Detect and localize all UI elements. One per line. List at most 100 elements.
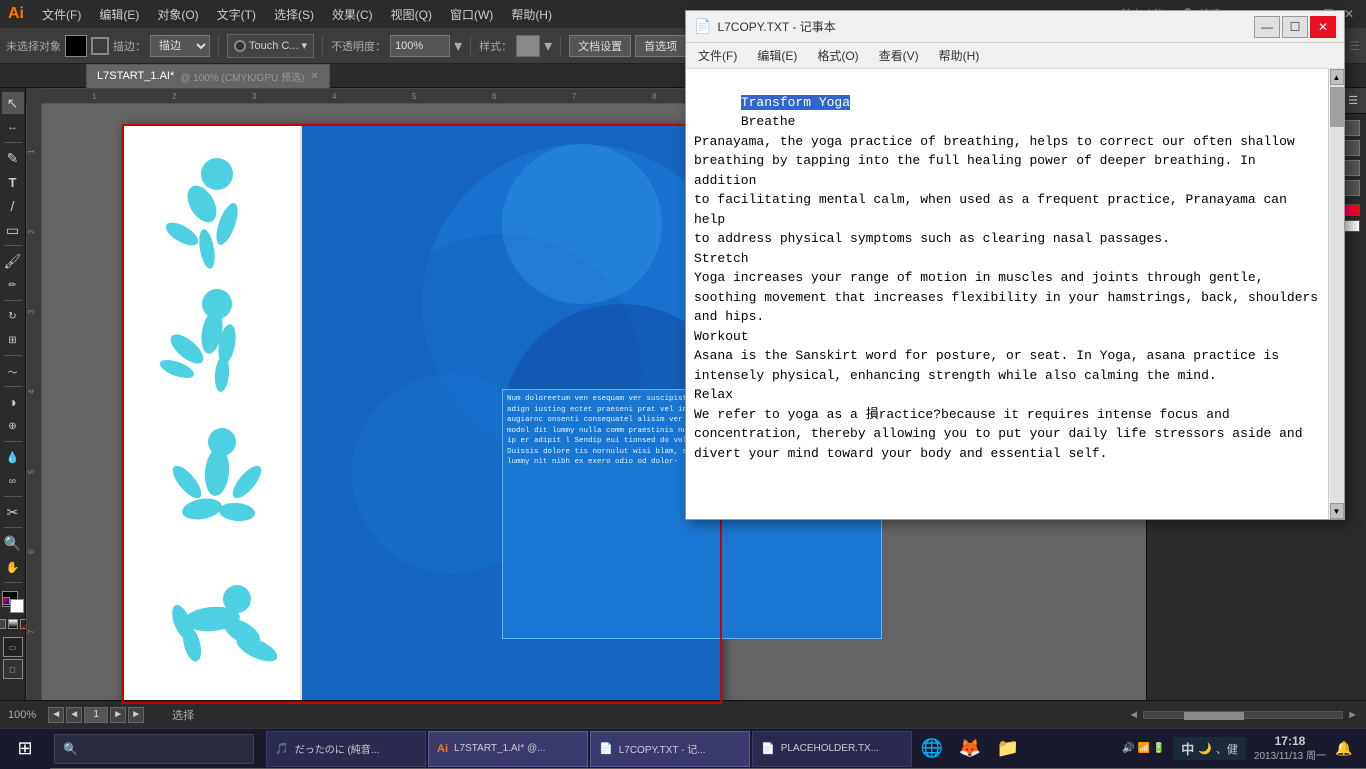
menu-edit[interactable]: 编辑(E) bbox=[91, 4, 147, 25]
tool-pencil[interactable]: ✏ bbox=[2, 274, 24, 296]
notepad-main-content: Breathe Pranayama, the yoga practice of … bbox=[694, 114, 1318, 461]
system-clock[interactable]: 17:18 2013/11/13 周一 bbox=[1254, 734, 1326, 763]
touch-button[interactable]: Touch C... ▾ bbox=[227, 34, 314, 58]
scroll-right-btn[interactable]: ► bbox=[1347, 709, 1358, 721]
menu-file[interactable]: 文件(F) bbox=[34, 4, 89, 25]
style-dropdown[interactable]: ▾ bbox=[544, 36, 552, 56]
notepad-icon: 📄 bbox=[694, 18, 711, 35]
zoom-last-btn[interactable]: ► bbox=[128, 707, 144, 723]
taskbar-app-notepad1[interactable]: 📄 L7COPY.TXT - 记... bbox=[590, 731, 750, 767]
menu-select[interactable]: 选择(S) bbox=[266, 4, 322, 25]
notepad-window: 📄 L7COPY.TXT - 记事本 — ☐ ✕ 文件(F) 编辑(E) 格式(… bbox=[685, 10, 1345, 520]
fill-color-swatch[interactable] bbox=[65, 35, 87, 57]
touch-label: Touch C... bbox=[249, 40, 299, 52]
menu-effect[interactable]: 效果(C) bbox=[324, 4, 381, 25]
draw-normal[interactable]: ▭ bbox=[3, 637, 23, 657]
notepad-close-btn[interactable]: ✕ bbox=[1310, 16, 1336, 38]
menu-text[interactable]: 文字(T) bbox=[209, 4, 264, 25]
tool-pen[interactable]: ✎ bbox=[2, 147, 24, 169]
opacity-dropdown[interactable]: ▾ bbox=[454, 36, 462, 56]
taskbar-app-notepad2[interactable]: 📄 PLACEHOLDER.TX... bbox=[752, 731, 912, 767]
notepad-text-area[interactable]: Transform Yoga Breathe Pranayama, the yo… bbox=[686, 69, 1328, 519]
tool-type[interactable]: T bbox=[2, 171, 24, 193]
menu-window[interactable]: 窗口(W) bbox=[442, 4, 501, 25]
taskbar-folder-icon[interactable]: 📁 bbox=[990, 731, 1026, 767]
scroll-down-btn[interactable]: ▼ bbox=[1330, 503, 1344, 519]
color-mode-color[interactable] bbox=[0, 619, 6, 629]
ime-moon: 🌙 bbox=[1198, 742, 1212, 755]
window-close[interactable]: ✕ bbox=[1344, 7, 1354, 21]
taskbar-ie-icon[interactable]: 🌐 bbox=[914, 731, 950, 767]
scroll-up-btn[interactable]: ▲ bbox=[1330, 69, 1344, 85]
tool-line[interactable]: / bbox=[2, 195, 24, 217]
np-menu-help[interactable]: 帮助(H) bbox=[931, 45, 988, 66]
tool-select[interactable]: ↖ bbox=[2, 92, 24, 114]
np-menu-format[interactable]: 格式(O) bbox=[809, 45, 866, 66]
tool-scissors[interactable]: ✂ bbox=[2, 501, 24, 523]
zoom-out-btn[interactable]: ◄ bbox=[48, 707, 64, 723]
notepad-scrollbar[interactable]: ▲ ▼ bbox=[1328, 69, 1344, 519]
tool-blend[interactable]: ∞ bbox=[2, 470, 24, 492]
np-menu-edit[interactable]: 编辑(E) bbox=[749, 45, 805, 66]
taskbar-start-btn[interactable]: ⊞ bbox=[0, 729, 50, 769]
taskbar-firefox-icon[interactable]: 🦊 bbox=[952, 731, 988, 767]
zoom-next-btn[interactable]: ► bbox=[110, 707, 126, 723]
draw-behind[interactable]: ◻ bbox=[3, 659, 23, 679]
np-menu-view[interactable]: 查看(V) bbox=[871, 45, 927, 66]
touch-dropdown-icon: ▾ bbox=[302, 39, 308, 52]
stroke-box[interactable] bbox=[91, 37, 109, 55]
ruler-v-marks: 1 2 3 4 5 6 7 8 9 bbox=[26, 104, 42, 740]
stroke-weight-select[interactable]: 描边 bbox=[150, 35, 210, 57]
ime-bar[interactable]: 中 🌙 、健 bbox=[1173, 737, 1246, 760]
tool-mesh[interactable]: ⊕ bbox=[2, 415, 24, 437]
panel-menu-icon[interactable]: ☰ bbox=[1348, 94, 1358, 107]
tool-zoom[interactable]: 🔍 bbox=[2, 532, 24, 554]
tool-direct-select[interactable]: ↔ bbox=[2, 116, 24, 138]
scroll-left-btn[interactable]: ◄ bbox=[1128, 709, 1139, 721]
tool-rotate[interactable]: ↻ bbox=[2, 305, 24, 327]
notepad-minimize-btn[interactable]: — bbox=[1254, 16, 1280, 38]
color-mode-gradient[interactable] bbox=[8, 619, 18, 629]
color-boxes[interactable] bbox=[2, 591, 24, 613]
scroll-track[interactable] bbox=[1330, 85, 1344, 503]
ime-text: 中 bbox=[1181, 739, 1194, 758]
music-app-icon: 🎵 bbox=[275, 742, 289, 755]
scroll-thumb[interactable] bbox=[1330, 87, 1344, 127]
doc-tab-close[interactable]: ✕ bbox=[310, 71, 318, 82]
svg-text:6: 6 bbox=[27, 549, 36, 554]
style-swatch[interactable] bbox=[516, 35, 540, 57]
tool-eyedropper[interactable]: 💧 bbox=[2, 446, 24, 468]
svg-text:3: 3 bbox=[27, 309, 36, 314]
taskbar-app-illustrator[interactable]: Ai L7START_1.AI* @... bbox=[428, 731, 588, 767]
zoom-prev-btn[interactable]: ◄ bbox=[66, 707, 82, 723]
tool-hand[interactable]: ✋ bbox=[2, 556, 24, 578]
tool-paintbrush[interactable]: 🖌 bbox=[2, 250, 24, 272]
notepad-highlighted-title: Transform Yoga bbox=[741, 95, 850, 110]
ai-document-canvas[interactable]: Num doloreetum ven esequam ver suscipist… bbox=[122, 124, 722, 704]
notifications-btn[interactable]: 🔔 bbox=[1334, 729, 1354, 769]
horizontal-scrollbar[interactable] bbox=[1143, 711, 1343, 719]
opacity-label: 不透明度： bbox=[331, 38, 386, 54]
firefox-icon: 🦊 bbox=[959, 738, 981, 759]
taskbar-app-music[interactable]: 🎵 だったのに (純音... bbox=[266, 731, 426, 767]
taskbar-search-box[interactable]: 🔍 bbox=[54, 734, 254, 764]
page-number-input[interactable] bbox=[84, 707, 108, 723]
notepad-maximize-btn[interactable]: ☐ bbox=[1282, 16, 1308, 38]
tool-scale[interactable]: ⊞ bbox=[2, 329, 24, 351]
menu-view[interactable]: 视图(Q) bbox=[383, 4, 440, 25]
menu-object[interactable]: 对象(O) bbox=[149, 4, 206, 25]
tool-gradient[interactable]: ◑ bbox=[2, 391, 24, 413]
np-menu-file[interactable]: 文件(F) bbox=[690, 45, 745, 66]
status-bar-right: ◄ ► bbox=[1128, 709, 1358, 721]
tool-shape[interactable]: ▭ bbox=[2, 219, 24, 241]
tool-warp[interactable]: 〜 bbox=[2, 360, 24, 382]
menu-help[interactable]: 帮助(H) bbox=[503, 4, 560, 25]
ai-app-label: L7START_1.AI* @... bbox=[454, 743, 545, 754]
notepad1-icon: 📄 bbox=[599, 742, 613, 755]
doc-tab-active[interactable]: L7START_1.AI* @ 100% (CMYK/GPU 预选) ✕ bbox=[86, 64, 330, 88]
notepad-titlebar: 📄 L7COPY.TXT - 记事本 — ☐ ✕ bbox=[686, 11, 1344, 43]
opacity-input[interactable] bbox=[390, 35, 450, 57]
doc-settings-btn[interactable]: 文档设置 bbox=[569, 35, 631, 57]
preferences-btn[interactable]: 首选项 bbox=[635, 35, 686, 57]
h-scroll-thumb[interactable] bbox=[1184, 712, 1244, 720]
